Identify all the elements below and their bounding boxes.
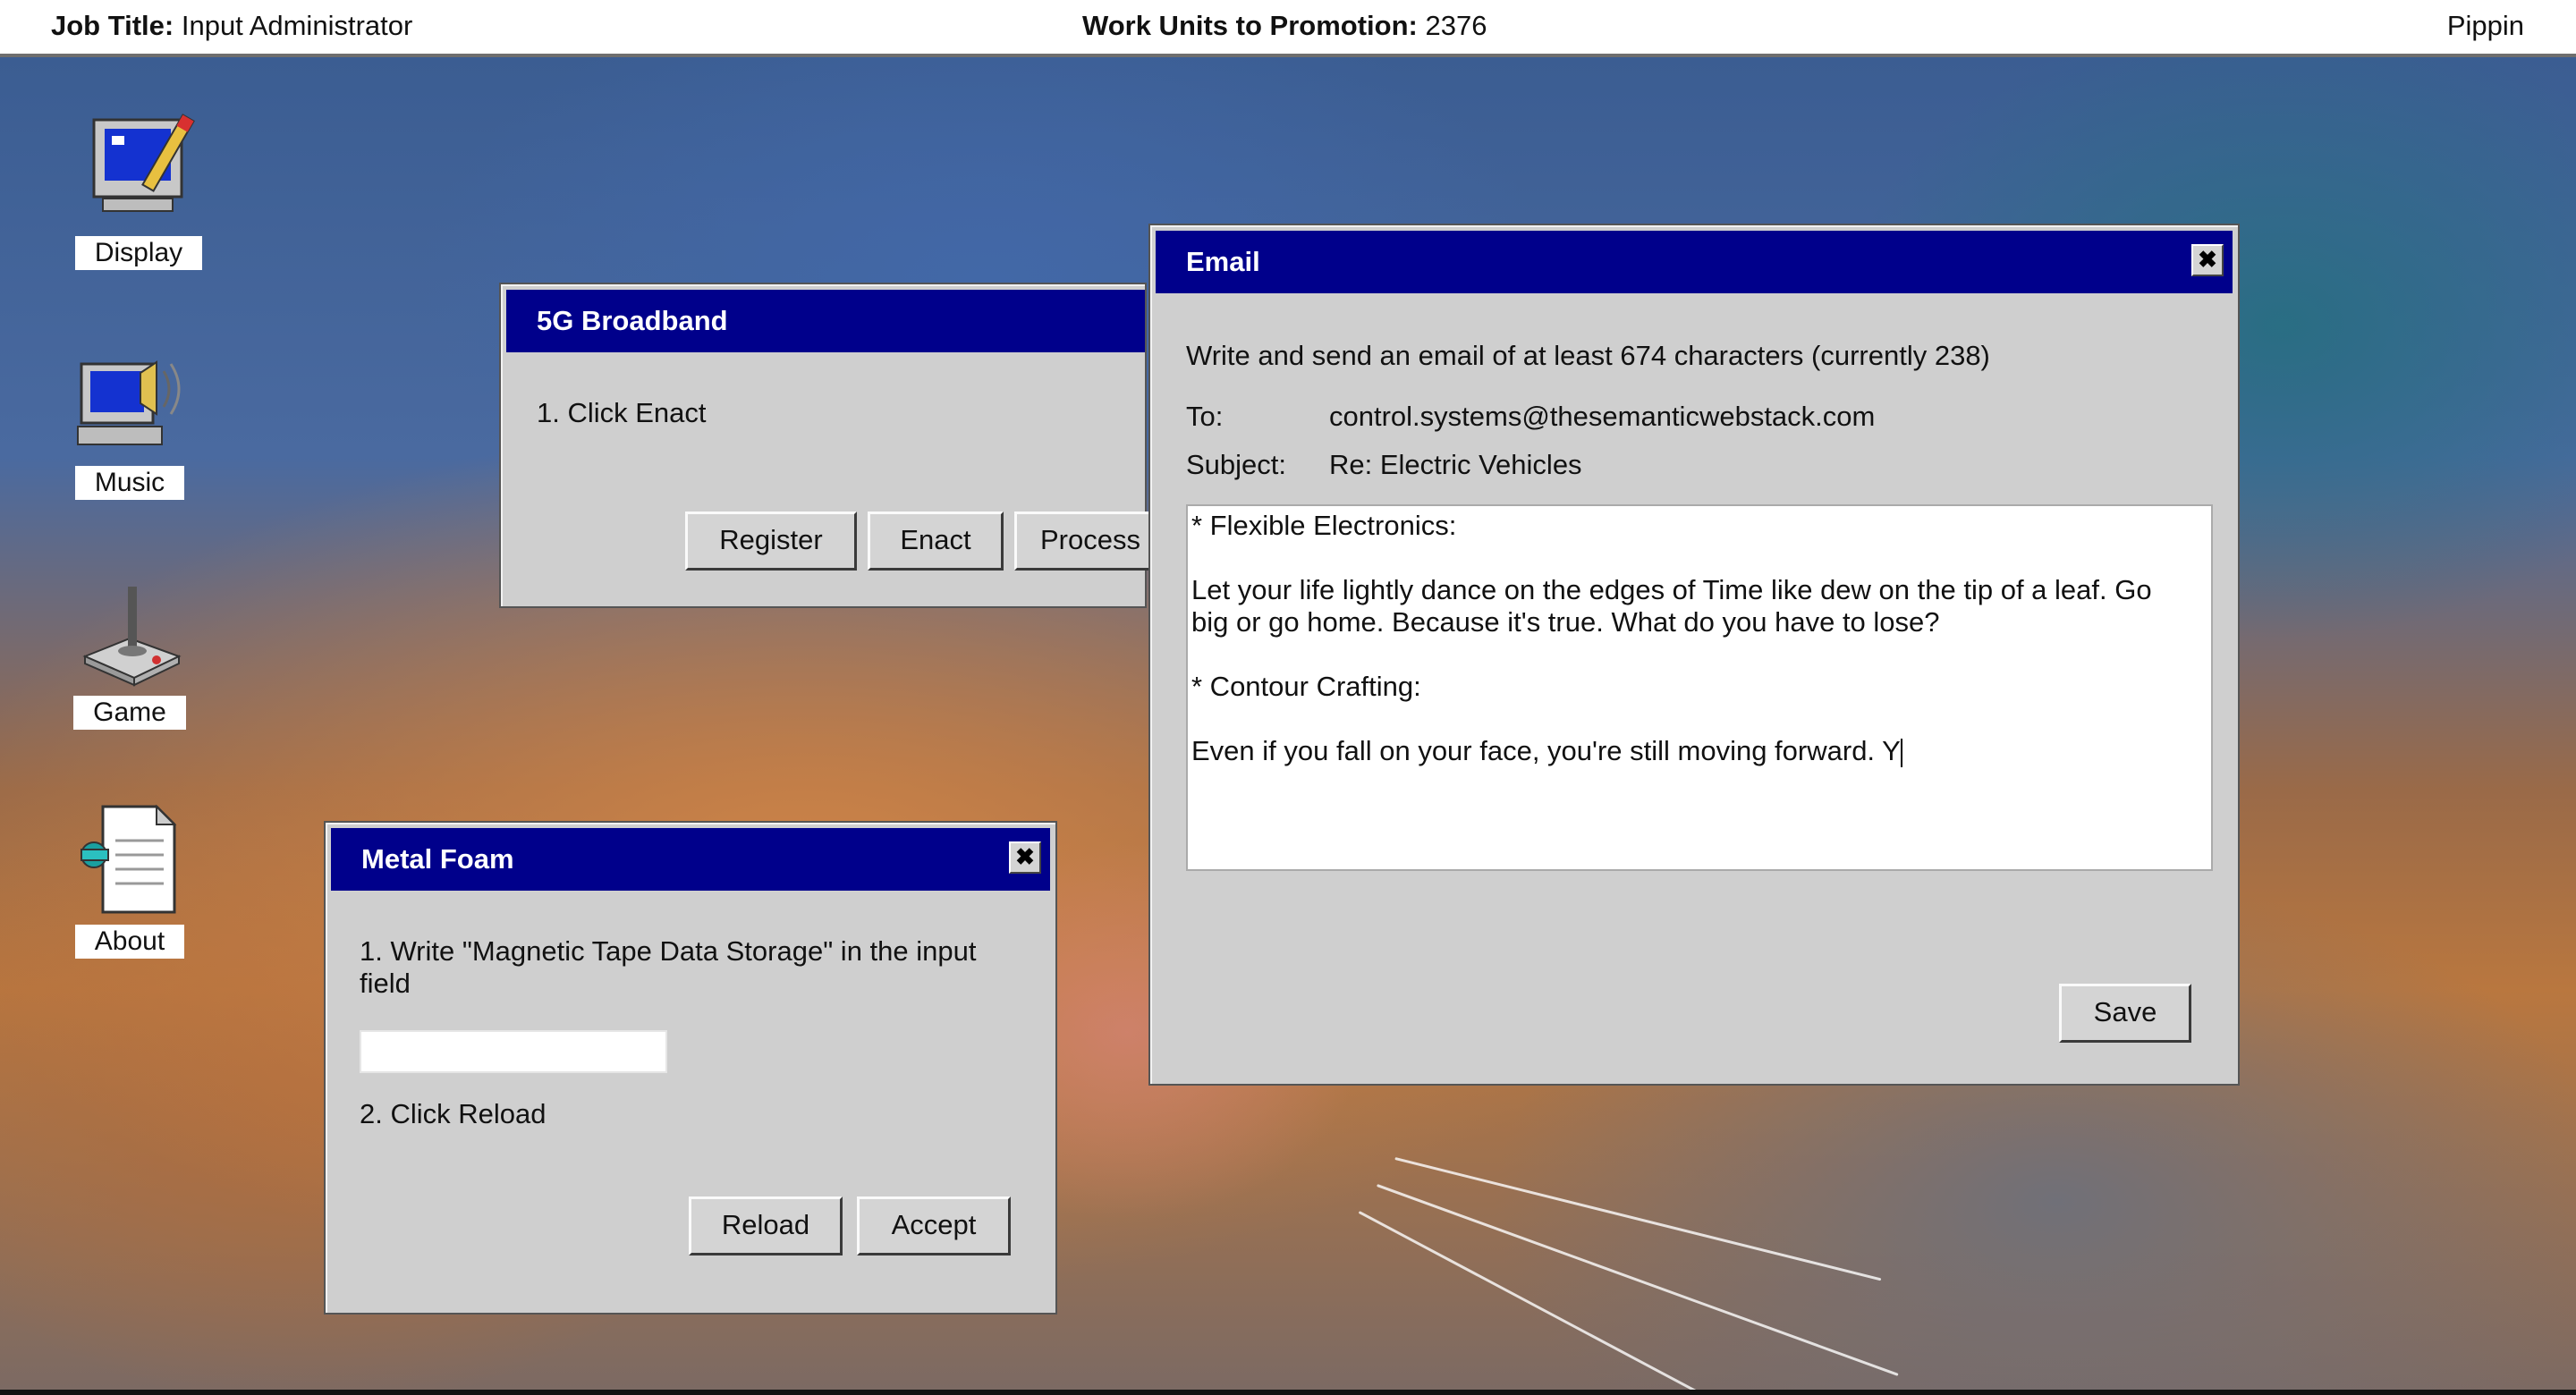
email-window: Email ✖ Write and send an email of at le… [1148, 224, 2240, 1086]
reload-button[interactable]: Reload [689, 1196, 843, 1256]
wallpaper-whisker [1358, 1211, 1802, 1390]
broadband-window-title: 5G Broadband [537, 305, 728, 336]
email-body-line: big or go home. Because it's true. What … [1191, 606, 1940, 638]
metal-foam-window-title: Metal Foam [361, 843, 514, 875]
desktop-icon-label: About [74, 925, 185, 959]
accept-button[interactable]: Accept [857, 1196, 1011, 1256]
close-icon[interactable]: ✖ [2191, 244, 2224, 276]
work-units-label: Work Units to Promotion: [1082, 10, 1418, 41]
work-units: Work Units to Promotion: 2376 [1082, 10, 1487, 42]
desktop-icon-label: Game [73, 696, 186, 730]
desktop-icon-about[interactable]: About [45, 796, 215, 959]
email-body-line: * Contour Crafting: [1191, 671, 1421, 702]
save-button[interactable]: Save [2059, 984, 2191, 1043]
email-titlebar[interactable]: Email ✖ [1156, 231, 2233, 293]
email-body-textarea[interactable]: * Flexible Electronics: Let your life li… [1186, 504, 2213, 871]
email-body-line [1191, 703, 2207, 735]
desktop-icon-music[interactable]: Music [45, 337, 215, 500]
metal-foam-window: Metal Foam ✖ 1. Write "Magnetic Tape Dat… [324, 821, 1057, 1315]
music-icon [67, 337, 192, 462]
email-body-line [1191, 542, 2207, 574]
email-instruction: Write and send an email of at least 674 … [1186, 340, 1990, 371]
top-status-bar: Job Title: Input Administrator Work Unit… [0, 0, 2576, 57]
job-title-label: Job Title: [51, 10, 174, 41]
desktop-icon-label: Display [74, 236, 203, 270]
desktop-icon-display[interactable]: Display [54, 107, 224, 270]
wallpaper-whisker [1376, 1184, 1899, 1376]
bottom-edge [0, 1390, 2576, 1395]
subject-label: Subject: [1186, 449, 1287, 480]
to-label: To: [1186, 401, 1224, 432]
display-icon [76, 107, 201, 232]
enact-button[interactable]: Enact [868, 512, 1004, 571]
process-button[interactable]: Process [1014, 512, 1166, 571]
desktop-icon-label: Music [74, 466, 185, 500]
email-body-line: * Flexible Electronics: [1191, 510, 1457, 541]
broadband-window: 5G Broadband 1. Click Enact Register Ena… [499, 283, 1166, 608]
email-body-line [1191, 638, 2207, 671]
subject-value: Re: Electric Vehicles [1329, 449, 1582, 480]
job-title-value: Input Administrator [181, 10, 413, 41]
desktop-icon-game[interactable]: Game [45, 567, 215, 730]
desktop-wallpaper: Display Music Game About 5G Broadband 1.… [0, 57, 2576, 1390]
email-body-line: Even if you fall on your face, you're st… [1191, 735, 1901, 766]
job-title: Job Title: Input Administrator [51, 10, 412, 42]
email-body-line: Let your life lightly dance on the edges… [1191, 574, 2152, 605]
metal-foam-instruction-1: 1. Write "Magnetic Tape Data Storage" in… [360, 935, 977, 999]
document-icon [67, 796, 192, 921]
broadband-instruction: 1. Click Enact [537, 397, 707, 428]
joystick-icon [67, 567, 192, 692]
to-value: control.systems@thesemanticwebstack.com [1329, 401, 1876, 432]
register-button[interactable]: Register [685, 512, 857, 571]
work-units-value: 2376 [1425, 10, 1487, 41]
user-name: Pippin [2446, 10, 2524, 41]
text-cursor [1900, 738, 1902, 767]
email-window-title: Email [1186, 246, 1260, 277]
metal-foam-instruction-2: 2. Click Reload [360, 1098, 547, 1129]
metal-foam-titlebar[interactable]: Metal Foam ✖ [331, 828, 1050, 891]
close-icon[interactable]: ✖ [1009, 841, 1041, 874]
broadband-titlebar[interactable]: 5G Broadband [506, 290, 1145, 352]
metal-foam-input[interactable] [360, 1030, 667, 1073]
